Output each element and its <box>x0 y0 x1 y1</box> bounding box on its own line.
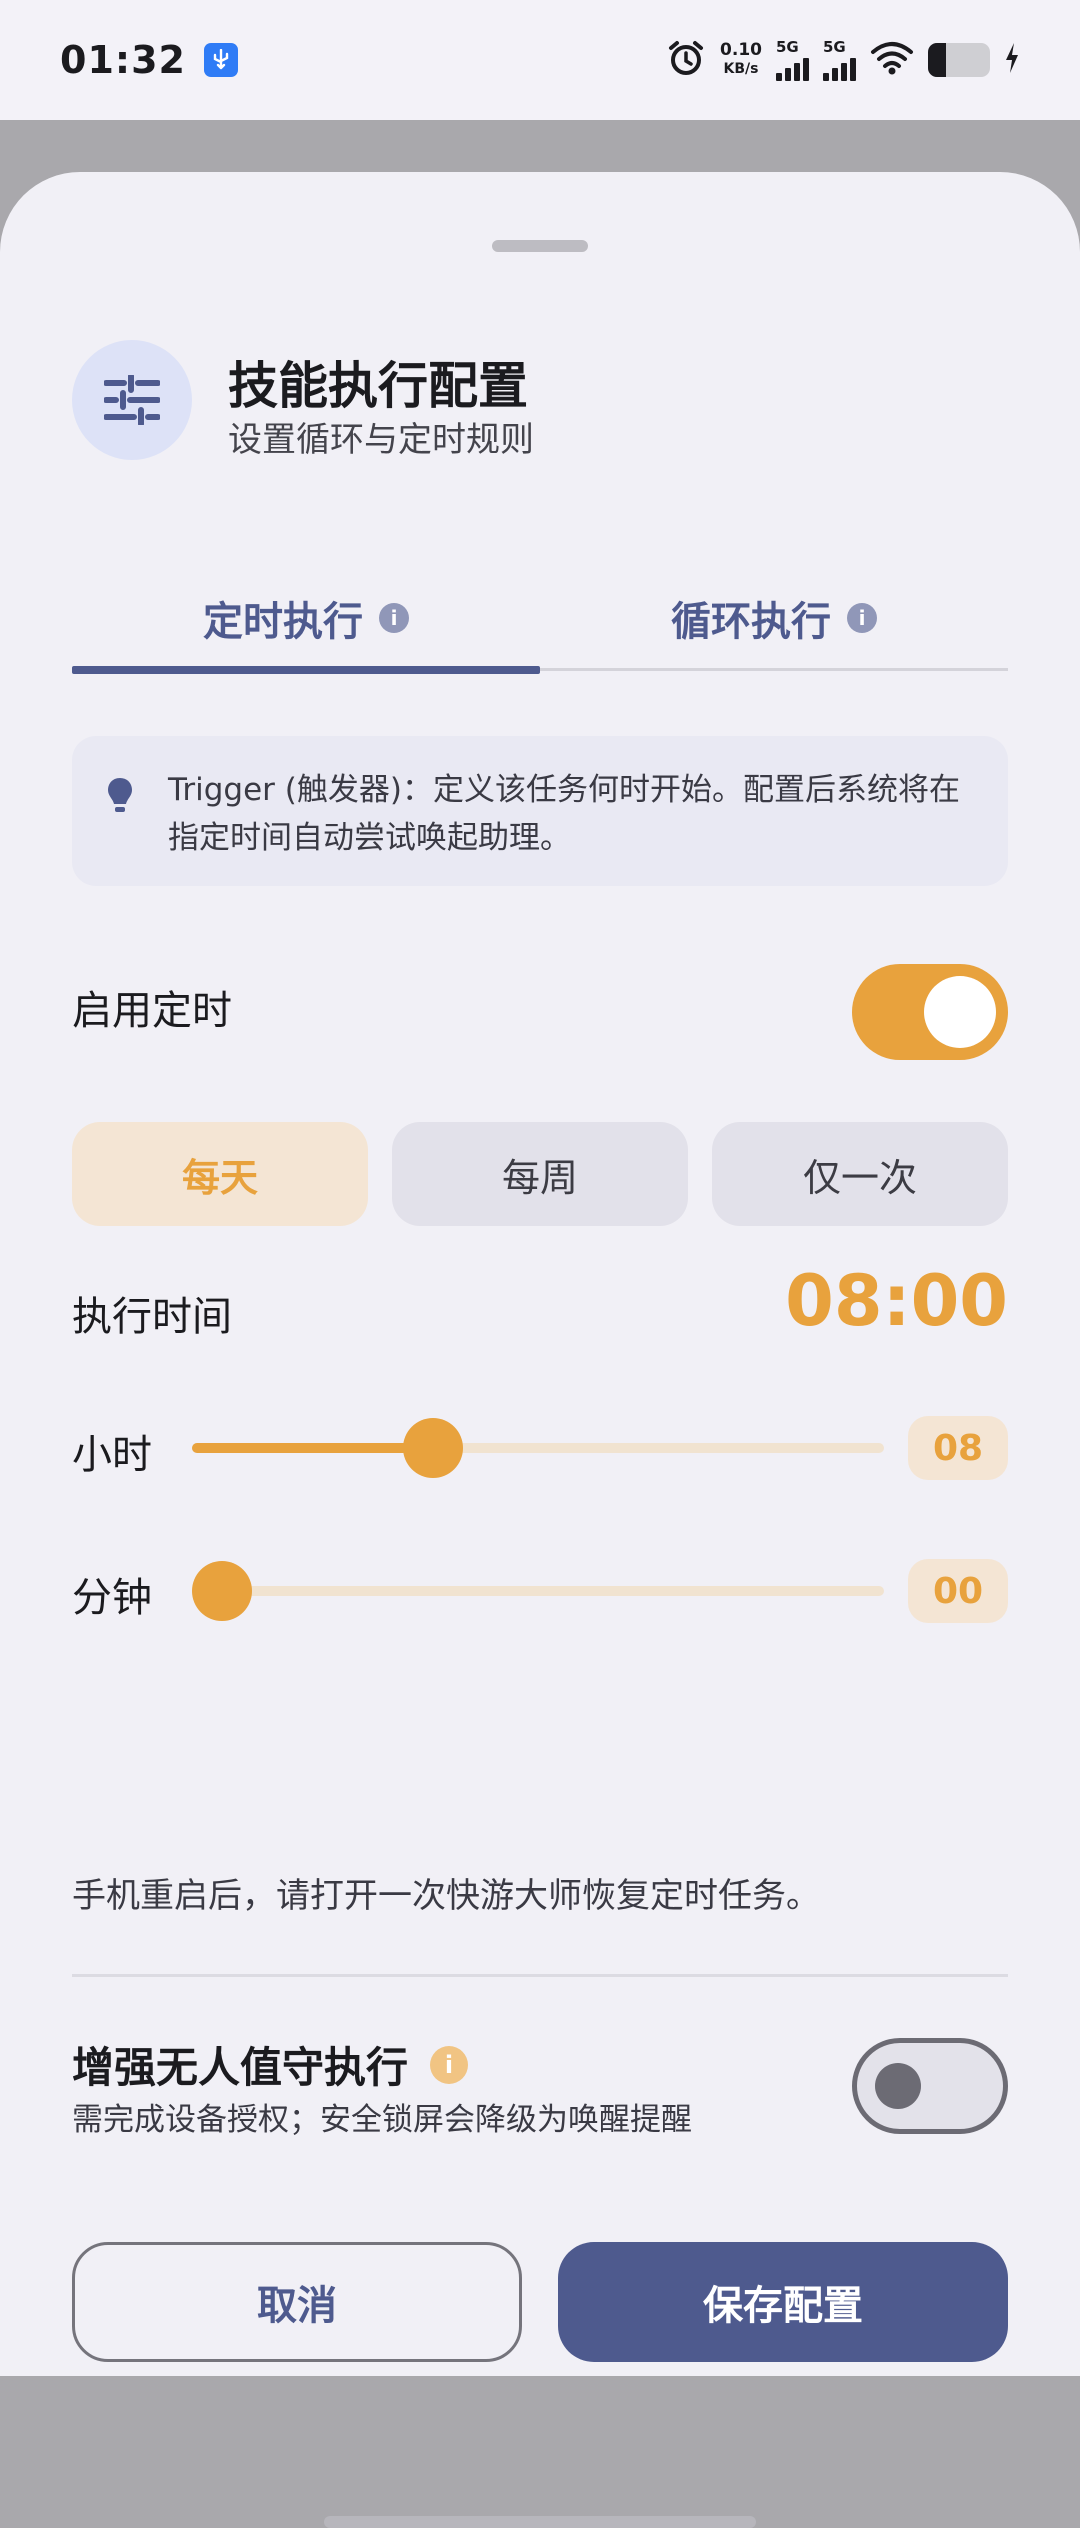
alarm-icon <box>666 38 706 82</box>
frequency-once[interactable]: 仅一次 <box>712 1122 1008 1226</box>
battery-icon <box>928 43 990 77</box>
tab-loop[interactable]: 循环执行 i <box>540 568 1008 668</box>
sim1-label: 5G <box>776 37 799 56</box>
tab-active-indicator <box>72 666 540 674</box>
home-indicator[interactable] <box>324 2516 756 2528</box>
drag-handle[interactable] <box>492 240 588 252</box>
lightbulb-icon <box>106 776 134 830</box>
status-bar: 01:32 0.10 KB/s 5G 5G <box>0 0 1080 120</box>
execute-time-label: 执行时间 <box>72 1294 232 1340</box>
info-icon[interactable]: i <box>430 2045 469 2084</box>
reboot-note: 手机重启后，请打开一次快游大师恢复定时任务。 <box>72 1876 820 1916</box>
unattended-toggle[interactable] <box>852 2038 1008 2134</box>
hour-slider-thumb[interactable] <box>402 1418 463 1478</box>
mode-tabs: 定时执行 i 循环执行 i <box>72 568 1008 674</box>
charging-icon <box>1004 41 1020 79</box>
sim2-label: 5G <box>823 37 846 56</box>
frequency-daily[interactable]: 每天 <box>72 1122 368 1226</box>
hour-label: 小时 <box>72 1432 152 1478</box>
network-speed-value: 0.10 <box>720 40 762 60</box>
unattended-title: 增强无人值守执行 i <box>72 2034 469 2095</box>
enable-schedule-label: 启用定时 <box>72 988 232 1034</box>
tab-scheduled[interactable]: 定时执行 i <box>72 568 540 668</box>
enable-schedule-toggle[interactable] <box>852 964 1008 1060</box>
minute-value: 00 <box>908 1559 1008 1623</box>
hour-slider[interactable] <box>192 1418 884 1478</box>
cancel-button[interactable]: 取消 <box>72 2242 522 2362</box>
network-speed: 0.10 KB/s <box>720 41 762 79</box>
usb-debug-icon <box>203 43 238 77</box>
minute-label: 分钟 <box>72 1575 152 1621</box>
execute-time-value: 08:00 <box>785 1260 1008 1342</box>
info-icon[interactable]: i <box>847 603 877 633</box>
minute-slider[interactable] <box>192 1561 884 1621</box>
section-divider <box>72 1974 1008 1977</box>
wifi-icon <box>870 41 914 79</box>
unattended-subtitle: 需完成设备授权；安全锁屏会降级为唤醒提醒 <box>72 2102 692 2138</box>
network-speed-unit: KB/s <box>723 61 759 77</box>
hour-value: 08 <box>908 1416 1008 1480</box>
status-time: 01:32 <box>60 38 186 82</box>
save-config-button[interactable]: 保存配置 <box>558 2242 1008 2362</box>
sim2-signal: 5G <box>823 37 856 81</box>
hour-slider-fill <box>192 1443 433 1453</box>
info-icon[interactable]: i <box>379 603 409 633</box>
signal-bars-icon <box>823 55 856 81</box>
sim1-signal: 5G <box>776 37 809 81</box>
trigger-tip-text: Trigger (触发器)：定义该任务何时开始。配置后系统将在指定时间自动尝试唤… <box>168 772 960 856</box>
signal-bars-icon <box>776 55 809 81</box>
unattended-title-text: 增强无人值守执行 <box>72 2043 409 2092</box>
sliders-icon <box>72 340 192 460</box>
toggle-knob <box>875 2063 921 2109</box>
minute-slider-thumb[interactable] <box>192 1561 252 1621</box>
tab-scheduled-label: 定时执行 <box>203 599 363 645</box>
trigger-tip: Trigger (触发器)：定义该任务何时开始。配置后系统将在指定时间自动尝试唤… <box>72 736 1008 886</box>
toggle-knob <box>924 976 996 1048</box>
sheet-title: 技能执行配置 <box>228 357 528 415</box>
tab-loop-label: 循环执行 <box>671 599 831 645</box>
config-bottom-sheet: 技能执行配置 设置循环与定时规则 定时执行 i 循环执行 i Trigger (… <box>0 172 1080 2528</box>
sheet-subtitle: 设置循环与定时规则 <box>228 420 534 460</box>
frequency-weekly[interactable]: 每周 <box>392 1122 688 1226</box>
